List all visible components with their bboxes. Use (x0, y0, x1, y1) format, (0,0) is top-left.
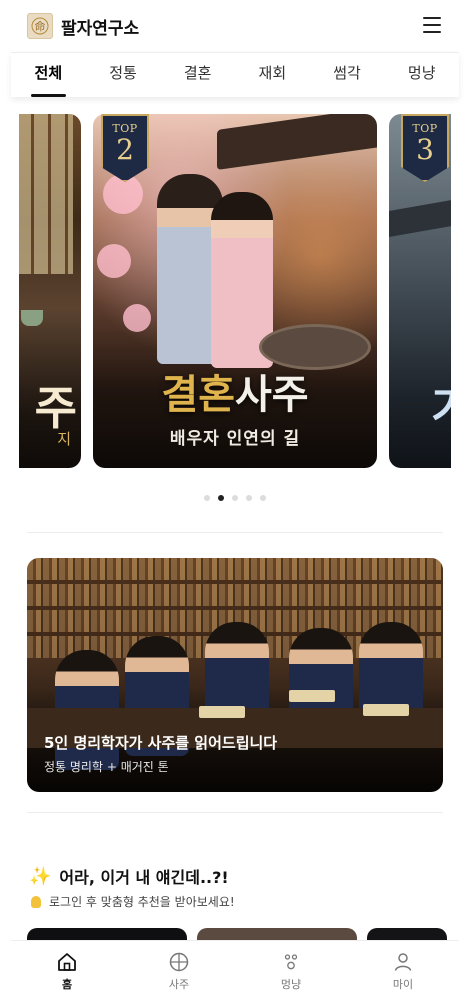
paw-icon (284, 954, 298, 970)
bottom-navigation: 홈 사주 멍냥 마이 (11, 940, 459, 1000)
lightbulb-icon (31, 895, 41, 908)
tab-marriage[interactable]: 결혼 (160, 53, 235, 97)
tab-traditional[interactable]: 정통 (86, 53, 161, 97)
recommend-title: 어라, 이거 내 얘긴데..?! (59, 868, 229, 887)
card-subtitle-fragment: 지 (57, 430, 71, 448)
section-divider (27, 532, 443, 533)
hamburger-menu-icon[interactable] (423, 17, 441, 33)
tab-all[interactable]: 전체 (11, 53, 86, 97)
nav-pets[interactable]: 멍냥 (235, 941, 347, 1000)
nav-pets-label: 멍냥 (280, 978, 302, 991)
nav-home[interactable]: 홈 (11, 941, 123, 1000)
card-subtitle: 배우자 인연의 길 (169, 429, 301, 449)
window-decoration (19, 114, 73, 274)
rank-badge: TOP 2 (101, 114, 149, 182)
banner-subtitle: 정통 명리학 + 매거진 톤 (44, 760, 169, 774)
user-icon (394, 953, 412, 971)
pagination-dot[interactable] (260, 495, 266, 501)
book-decoration (289, 690, 335, 702)
featured-carousel[interactable]: 주 지 TOP 2 결혼사주 배우자 인연의 길 TOP 3 기 (19, 106, 451, 486)
carousel-card-next[interactable]: TOP 3 기 (389, 114, 451, 468)
banner-title: 5인 명리학자가 사주를 읽어드립니다 (44, 734, 278, 752)
nav-home-label: 홈 (61, 978, 73, 991)
hanok-roof-decoration (217, 114, 377, 170)
brand-name[interactable]: 팔자연구소 (61, 14, 139, 39)
app-header: 命 팔자연구소 (11, 0, 459, 52)
recommend-header: ✨ 어라, 이거 내 얘긴데..?! (29, 864, 229, 888)
tab-reunion[interactable]: 재회 (235, 53, 310, 97)
book-decoration (363, 704, 409, 716)
svg-text:命: 命 (35, 19, 46, 33)
seal-logo-icon[interactable]: 命 (27, 13, 53, 39)
teacup-decoration (21, 310, 43, 326)
carousel-card-marriage[interactable]: TOP 2 결혼사주 배우자 인연의 길 (93, 114, 377, 468)
section-divider (27, 812, 443, 813)
home-icon (58, 953, 76, 971)
nav-my[interactable]: 마이 (347, 941, 459, 1000)
login-hint-text: 로그인 후 맞춤형 추천을 받아보세요! (49, 895, 235, 909)
blossom-decoration (97, 244, 131, 278)
pagination-dot[interactable] (246, 495, 252, 501)
card-title-fragment: 기 (431, 372, 451, 436)
nav-saju-label: 사주 (168, 978, 190, 991)
hanok-roof-decoration (389, 196, 451, 238)
blossom-decoration (123, 304, 151, 332)
pagination-dot-active[interactable] (218, 495, 224, 501)
category-tabs: 전체 정통 결혼 재회 썸각 멍냥 (11, 52, 459, 97)
carousel-card-prev[interactable]: 주 지 (19, 114, 81, 468)
sparkle-icon: ✨ (29, 865, 52, 887)
card-title: 결혼사주 (161, 371, 309, 418)
nav-saju[interactable]: 사주 (123, 941, 235, 1000)
tab-pets[interactable]: 멍냥 (384, 53, 459, 97)
masters-banner[interactable]: 5인 명리학자가 사주를 읽어드립니다 정통 명리학 + 매거진 톤 (27, 558, 443, 792)
app-root: 命 팔자연구소 전체 정통 결혼 재회 썸각 멍냥 주 지 TOP 2 결혼사주… (0, 0, 470, 1000)
carousel-pagination (0, 495, 470, 501)
login-hint[interactable]: 로그인 후 맞춤형 추천을 받아보세요! (31, 893, 235, 910)
nav-my-label: 마이 (392, 978, 414, 991)
compass-icon (169, 952, 189, 972)
rank-badge: TOP 3 (401, 114, 449, 182)
pagination-dot[interactable] (232, 495, 238, 501)
pagination-dot[interactable] (204, 495, 210, 501)
book-decoration (199, 706, 245, 718)
tab-some[interactable]: 썸각 (310, 53, 385, 97)
